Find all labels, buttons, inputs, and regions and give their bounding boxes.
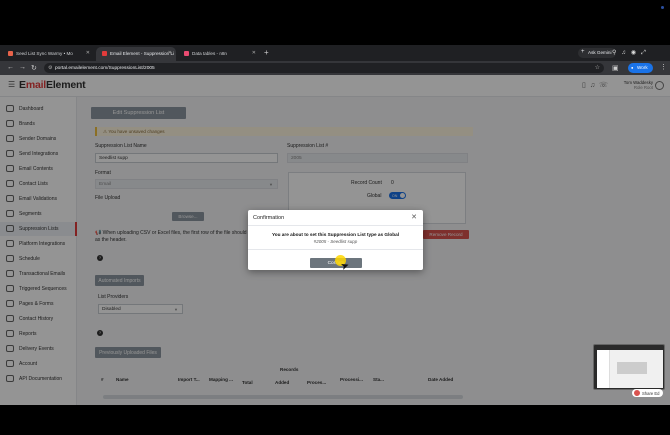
- reload-icon[interactable]: ↻: [31, 64, 37, 72]
- browser-menu-icon[interactable]: ⋮: [660, 63, 667, 71]
- tab-favicon-icon: [8, 51, 13, 56]
- ask-gemini-button[interactable]: Ask Gemini: [578, 48, 616, 58]
- browser-tab[interactable]: Data tables - n8n ✕: [178, 47, 260, 61]
- status-dot-icon: [661, 6, 664, 9]
- modal-subtext: #2005 - Seedlist supp: [313, 239, 358, 244]
- tab-label: Email Element - Suppression Li: [110, 51, 175, 56]
- browser-tab[interactable]: Seed List Sync Warmy • Mo ✕: [2, 47, 94, 61]
- tab-toolbar-icons[interactable]: ⚲♫◉⤢: [612, 49, 651, 57]
- tab-favicon-icon: [102, 51, 107, 56]
- url-text: portal.emailelement.com/SuppressionList/…: [55, 65, 155, 71]
- bookmark-star-icon[interactable]: ☆: [595, 64, 600, 71]
- browser-addressbar: ← → ↻ ⚙ portal.emailelement.com/Suppress…: [0, 61, 670, 75]
- new-tab-icon[interactable]: +: [264, 48, 269, 57]
- tab-label: Seed List Sync Warmy • Mo: [16, 51, 73, 56]
- close-icon[interactable]: ✕: [168, 50, 172, 56]
- browser-tabbar: Seed List Sync Warmy • Mo ✕ Email Elemen…: [0, 45, 670, 61]
- tab-favicon-icon: [184, 51, 189, 56]
- close-icon[interactable]: ✕: [86, 50, 90, 56]
- url-field[interactable]: ⚙ portal.emailelement.com/SuppressionLis…: [44, 63, 604, 73]
- close-icon[interactable]: ✕: [252, 50, 256, 56]
- forward-icon[interactable]: →: [19, 64, 26, 71]
- site-info-icon[interactable]: ⚙: [48, 65, 52, 71]
- close-icon[interactable]: ✕: [411, 213, 417, 221]
- back-icon[interactable]: ←: [7, 64, 14, 71]
- modal-title: Confirmation: [248, 210, 423, 226]
- screen-share-thumbnail[interactable]: [593, 344, 665, 390]
- modal-message: You are about to set this Suppression Li…: [271, 232, 400, 237]
- thumbnail-preview: [597, 350, 663, 388]
- share-button[interactable]: Share Ed: [632, 389, 664, 397]
- extensions-icon[interactable]: ▣: [612, 64, 619, 72]
- browser-tab-active[interactable]: Email Element - Suppression Li ✕: [96, 47, 176, 61]
- profile-work-button[interactable]: Work: [628, 63, 653, 73]
- tab-label: Data tables - n8n: [192, 51, 227, 56]
